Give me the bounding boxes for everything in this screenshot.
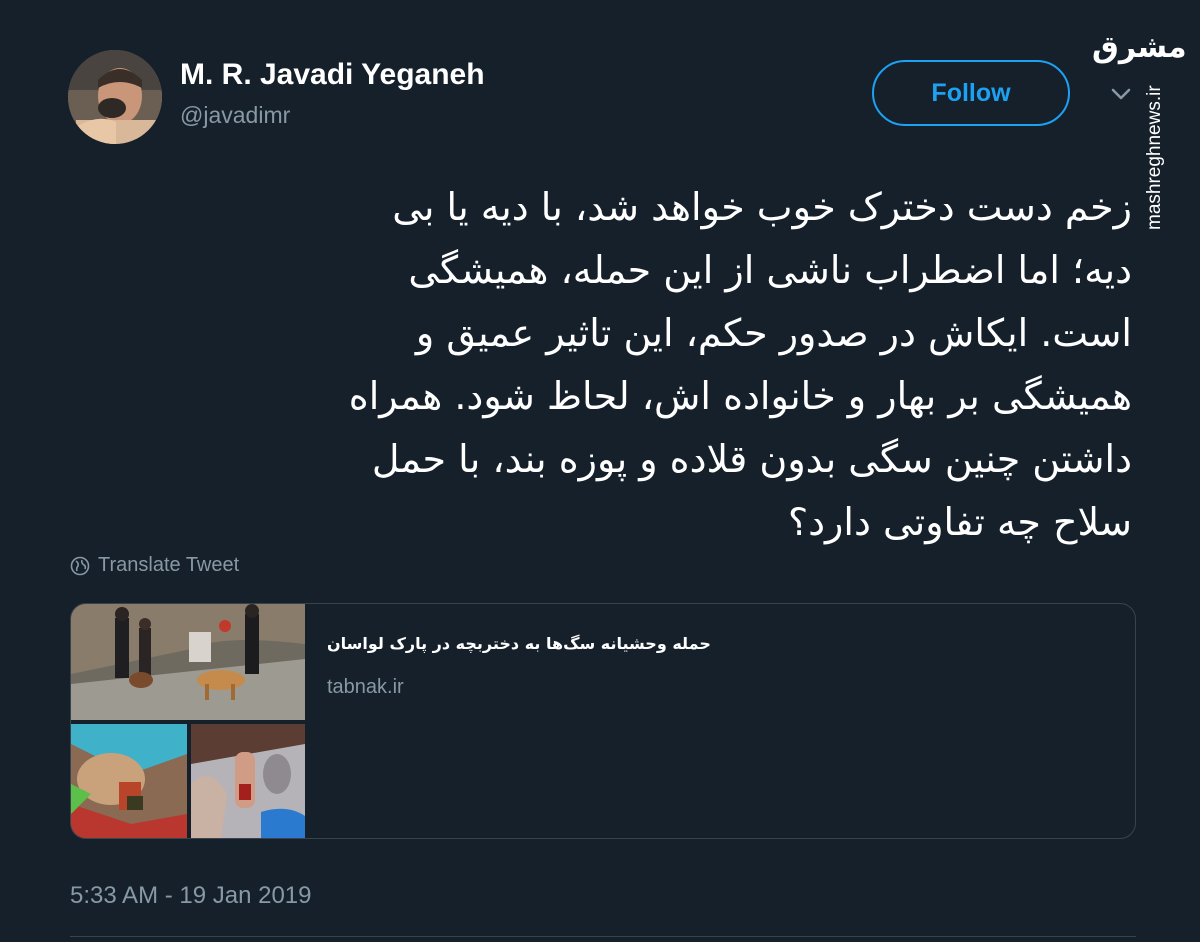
avatar[interactable]: [68, 50, 162, 144]
tweet-timestamp[interactable]: 5:33 AM - 19 Jan 2019: [70, 882, 312, 910]
translate-tweet-link[interactable]: Translate Tweet: [70, 554, 239, 577]
tweet-text-line: سلاح چه تفاوتی دارد؟: [787, 500, 1132, 544]
card-media: [71, 604, 305, 838]
link-card[interactable]: حمله وحشیانه سگ‌ها به دختربچه در پارک لو…: [70, 603, 1136, 839]
tweet-text: زخم دست دخترک خوب خواهد شد، با دیه یا بی…: [92, 176, 1132, 554]
card-title[interactable]: حمله وحشیانه سگ‌ها به دختربچه در پارک لو…: [327, 634, 711, 653]
author-handle[interactable]: @javadimr: [180, 102, 290, 129]
card-domain: tabnak.ir: [327, 676, 404, 698]
tweet-text-line: زخم دست دخترک خوب خواهد شد، با دیه یا بی: [392, 185, 1132, 229]
card-photo-main: [71, 604, 305, 720]
card-photo-left: [71, 724, 187, 838]
follow-button[interactable]: Follow: [872, 60, 1070, 126]
card-photo-right: [191, 724, 305, 838]
watermark-logo: مشرق: [1092, 30, 1187, 65]
tweet-text-line: داشتن چنین سگی بدون قلاده و پوزه بند، با…: [371, 437, 1132, 481]
tweet-text-line: است. ایکاش در صدور حکم، این تاثیر عمیق و: [415, 311, 1132, 355]
globe-icon: [70, 556, 90, 576]
translate-tweet-label: Translate Tweet: [98, 554, 240, 576]
tweet-text-line: دیه؛ اما اضطراب ناشی از این حمله، همیشگی: [408, 248, 1132, 292]
tweet: M. R. Javadi Yeganeh @javadimr Follow مش…: [0, 0, 1200, 942]
author-display-name[interactable]: M. R. Javadi Yeganeh: [180, 58, 485, 92]
divider: [70, 936, 1136, 937]
watermark-site: mashreghnews.ir: [1144, 85, 1165, 230]
tweet-text-line: همیشگی بر بهار و خانواده اش، لحاظ شود. ه…: [348, 374, 1132, 418]
